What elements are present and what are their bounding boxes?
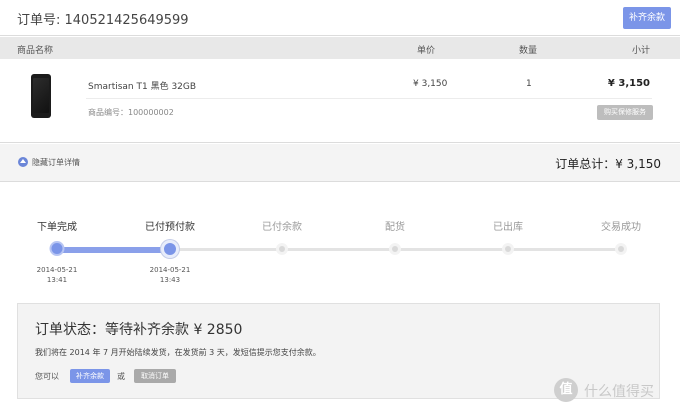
product-subtotal: ¥ 3,150 xyxy=(607,78,650,89)
hide-details-toggle[interactable]: 隐藏订单详情 xyxy=(32,157,80,168)
product-price: ¥ 3,150 xyxy=(413,79,448,89)
step-node-completed xyxy=(615,243,627,255)
col-subtotal: 小计 xyxy=(632,46,651,56)
product-quantity: 1 xyxy=(526,79,532,89)
step-label-deposit-paid: 已付预付款 xyxy=(145,222,195,233)
step-date: 2014-05-21 xyxy=(149,266,191,274)
col-quantity: 数量 xyxy=(519,46,538,56)
site-watermark: 值 什么值得买 xyxy=(554,378,670,404)
pay-balance-button-top[interactable]: 补齐余款 xyxy=(623,7,671,29)
step-clock: 13:43 xyxy=(159,276,181,284)
action-prompt: 您可以 xyxy=(35,372,59,381)
order-progress: 下单完成 已付预付款 已付余款 配货 已出库 交易成功 2014-05-21 1… xyxy=(0,183,680,293)
order-number: 订单号: 140521425649599 xyxy=(17,13,189,28)
col-product-name: 商品名称 xyxy=(17,46,54,56)
product-row: Smartisan T1 黑色 32GB ¥ 3,150 1 ¥ 3,150 商… xyxy=(0,59,680,143)
product-image[interactable] xyxy=(31,74,51,118)
cancel-order-button[interactable]: 取消订单 xyxy=(134,369,176,383)
order-total: 订单总计：¥ 3,150 xyxy=(555,157,661,171)
step-node-picking xyxy=(389,243,401,255)
status-title: 订单状态：等待补齐余款 ¥ 2850 xyxy=(35,322,243,338)
order-header: 订单号: 140521425649599 补齐余款 xyxy=(0,0,680,36)
buy-warranty-button[interactable]: 购买保修服务 xyxy=(597,105,653,120)
pay-balance-button[interactable]: 补齐余款 xyxy=(70,369,110,383)
step-time-deposit-paid: 2014-05-21 13:43 xyxy=(150,265,191,285)
or-label: 或 xyxy=(117,372,125,381)
step-label-ordered: 下单完成 xyxy=(37,222,77,233)
step-label-balance-paid: 已付余款 xyxy=(262,222,302,233)
order-summary-bar: 隐藏订单详情 订单总计：¥ 3,150 xyxy=(0,144,680,182)
progress-track-done xyxy=(57,247,170,253)
collapse-arrow-icon[interactable] xyxy=(18,157,28,167)
step-label-completed: 交易成功 xyxy=(601,222,641,233)
step-node-ordered xyxy=(49,241,65,256)
watermark-logo-icon: 值 xyxy=(554,378,578,402)
step-node-balance-paid xyxy=(276,243,288,255)
table-header: 商品名称 单价 数量 小计 xyxy=(0,37,680,59)
product-code: 商品编号：100000002 xyxy=(88,108,174,117)
step-label-picking: 配货 xyxy=(385,222,405,233)
step-time-ordered: 2014-05-21 13:41 xyxy=(37,265,78,285)
step-node-shipped xyxy=(502,243,514,255)
watermark-text: 什么值得买 xyxy=(584,384,654,400)
step-node-deposit-paid xyxy=(161,240,179,258)
col-unit-price: 单价 xyxy=(417,46,436,56)
row-divider xyxy=(86,98,652,99)
status-description: 我们将在 2014 年 7 月开始陆续发货，在发货前 3 天，发短信提示您支付余… xyxy=(35,348,321,357)
product-name[interactable]: Smartisan T1 黑色 32GB xyxy=(88,79,196,92)
step-label-shipped: 已出库 xyxy=(493,222,523,233)
step-clock: 13:41 xyxy=(46,276,68,284)
step-date: 2014-05-21 xyxy=(36,266,78,274)
